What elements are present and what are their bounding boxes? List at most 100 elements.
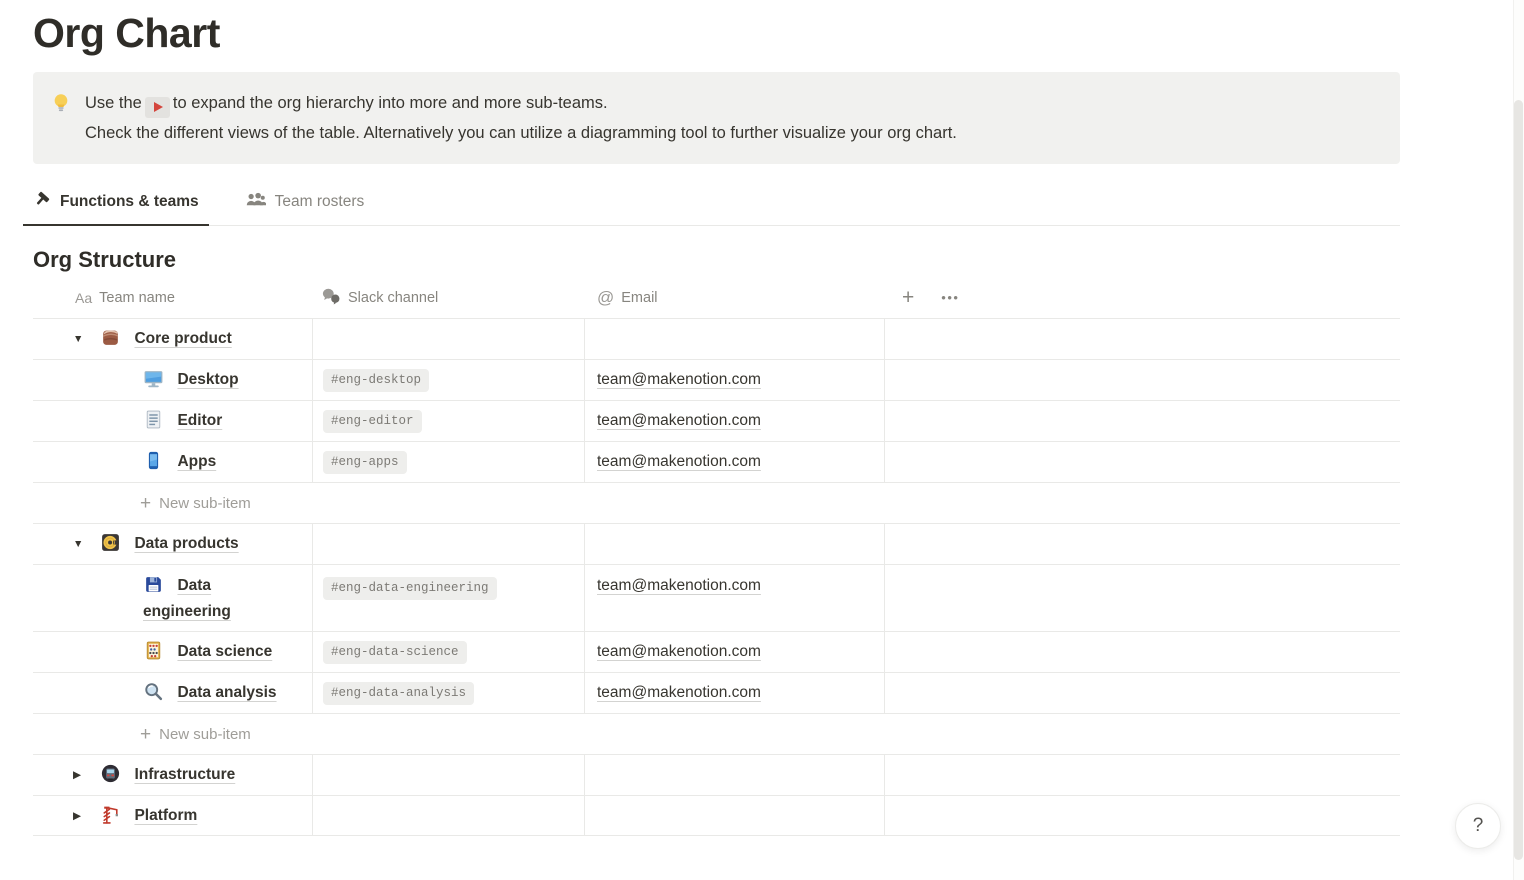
extra-cell — [885, 319, 1400, 359]
new-sub-item-button[interactable]: New sub-item — [140, 494, 251, 513]
new-sub-item-button[interactable]: New sub-item — [140, 725, 251, 744]
title-property-icon: Aa — [75, 290, 92, 306]
tab-label: Functions & teams — [60, 193, 199, 211]
extra-cell — [885, 796, 1400, 835]
computer-disk-emoji-icon — [100, 532, 121, 553]
table-row-new-sub-item: New sub-item — [33, 713, 1400, 754]
slack-channel-tag[interactable]: #eng-data-engineering — [323, 577, 497, 600]
page-title: Org Chart — [33, 0, 1400, 57]
scrollbar-thumb[interactable] — [1514, 100, 1523, 860]
extra-cell — [885, 442, 1400, 482]
play-button-icon — [145, 97, 170, 118]
table-header: Aa Team name Slack channel @ Email + ••• — [33, 277, 1400, 318]
callout-line-2: Check the different views of the table. … — [85, 118, 957, 148]
abacus-emoji-icon — [143, 640, 164, 661]
toggle-expand-icon[interactable] — [73, 810, 100, 822]
magnifying-glass-emoji-icon — [143, 681, 164, 702]
email-link[interactable]: team@makenotion.com — [597, 684, 761, 702]
at-sign-icon: @ — [597, 288, 614, 308]
team-page-link[interactable]: Platform — [134, 807, 197, 824]
page-content: Org Chart Use theto expand the org hiera… — [33, 0, 1400, 836]
team-page-link[interactable]: Data science — [177, 643, 272, 660]
tab-team-rosters[interactable]: Team rosters — [235, 182, 375, 225]
table-row: Apps #eng-apps team@makenotion.com — [33, 441, 1400, 482]
toggle-collapse-icon[interactable] — [73, 538, 100, 550]
table-row: Data products — [33, 523, 1400, 564]
team-page-link[interactable]: Core product — [134, 330, 231, 347]
column-label: Team name — [99, 290, 175, 306]
table-row: Data science #eng-data-science team@make… — [33, 631, 1400, 672]
team-page-link[interactable]: Infrastructure — [134, 766, 235, 783]
table-more-button[interactable]: ••• — [941, 290, 959, 305]
slack-cell[interactable] — [313, 755, 585, 795]
slack-channel-tag[interactable]: #eng-data-analysis — [323, 682, 474, 705]
db-title: Org Structure — [33, 247, 1400, 273]
column-header-email[interactable]: @ Email — [585, 277, 885, 318]
callout-line-1: Use theto expand the org hierarchy into … — [85, 88, 957, 118]
toggle-collapse-icon[interactable] — [73, 333, 100, 345]
document-emoji-icon — [143, 409, 164, 430]
table-row: Desktop #eng-desktop team@makenotion.com — [33, 359, 1400, 400]
extra-cell — [885, 524, 1400, 564]
table-row: Data engineering #eng-data-engineering t… — [33, 564, 1400, 631]
extra-cell — [885, 755, 1400, 795]
plus-icon — [140, 725, 151, 744]
table-row: Data analysis #eng-data-analysis team@ma… — [33, 672, 1400, 713]
metro-emoji-icon — [100, 763, 121, 784]
light-bulb-icon — [50, 92, 72, 124]
construction-crane-emoji-icon — [100, 804, 121, 825]
team-page-link[interactable]: Editor — [177, 412, 222, 429]
team-page-link[interactable]: Desktop — [177, 371, 238, 388]
slack-channel-tag[interactable]: #eng-data-science — [323, 641, 467, 664]
email-link[interactable]: team@makenotion.com — [597, 643, 761, 661]
email-link[interactable]: team@makenotion.com — [597, 453, 761, 471]
extra-cell — [885, 632, 1400, 672]
slack-cell[interactable] — [313, 524, 585, 564]
table-row: Core product — [33, 318, 1400, 359]
slack-cell[interactable] — [313, 319, 585, 359]
desktop-computer-emoji-icon — [143, 368, 164, 389]
package-emoji-icon — [100, 327, 121, 348]
hammer-icon — [33, 190, 51, 213]
column-label: Slack channel — [348, 290, 438, 306]
mobile-phone-emoji-icon — [143, 450, 164, 471]
toggle-expand-icon[interactable] — [73, 769, 100, 781]
extra-cell — [885, 360, 1400, 400]
team-page-link[interactable]: Data analysis — [177, 684, 276, 701]
email-link[interactable]: team@makenotion.com — [597, 412, 761, 430]
extra-cell — [885, 401, 1400, 441]
email-link[interactable]: team@makenotion.com — [597, 371, 761, 389]
extra-cell — [885, 565, 1400, 631]
callout-text: Use theto expand the org hierarchy into … — [85, 88, 957, 148]
add-column-button[interactable]: + — [902, 286, 914, 310]
column-label: Email — [621, 290, 657, 306]
view-tabs: Functions & teams Team rosters — [23, 182, 1400, 226]
floppy-disk-emoji-icon — [143, 574, 164, 595]
column-header-team-name[interactable]: Aa Team name — [33, 277, 313, 318]
email-cell[interactable] — [585, 524, 885, 564]
table-row: Infrastructure — [33, 754, 1400, 795]
team-page-link[interactable]: Data products — [134, 535, 238, 552]
slack-channel-tag[interactable]: #eng-apps — [323, 451, 407, 474]
column-header-slack-channel[interactable]: Slack channel — [313, 277, 585, 318]
slack-channel-tag[interactable]: #eng-editor — [323, 410, 422, 433]
team-page-link[interactable]: Apps — [177, 453, 216, 470]
callout: Use theto expand the org hierarchy into … — [33, 72, 1400, 164]
table-header-actions: + ••• — [885, 277, 1400, 318]
tab-functions-teams[interactable]: Functions & teams — [23, 182, 209, 226]
plus-icon — [140, 494, 151, 513]
scrollbar-track — [1513, 0, 1524, 880]
email-link[interactable]: team@makenotion.com — [597, 577, 761, 595]
table-row: Editor #eng-editor team@makenotion.com — [33, 400, 1400, 441]
slack-bubbles-icon — [321, 287, 341, 309]
slack-channel-tag[interactable]: #eng-desktop — [323, 369, 429, 392]
extra-cell — [885, 673, 1400, 713]
tab-label: Team rosters — [275, 193, 365, 211]
slack-cell[interactable] — [313, 796, 585, 835]
email-cell[interactable] — [585, 755, 885, 795]
email-cell[interactable] — [585, 796, 885, 835]
people-icon — [245, 191, 266, 214]
table-row: Platform — [33, 795, 1400, 836]
help-button[interactable]: ? — [1455, 803, 1501, 849]
email-cell[interactable] — [585, 319, 885, 359]
